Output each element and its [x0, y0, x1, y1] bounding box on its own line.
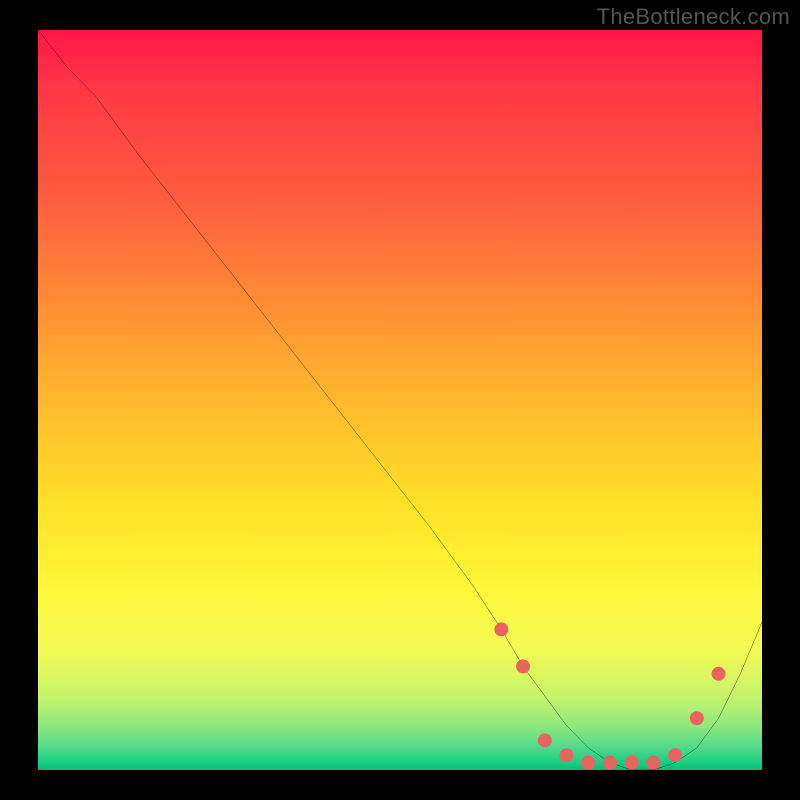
curve-marker: [668, 748, 682, 762]
curve-marker: [516, 659, 530, 673]
curve-marker: [690, 711, 704, 725]
curve-marker: [625, 756, 639, 770]
bottleneck-curve: [38, 30, 762, 770]
curve-marker: [712, 667, 726, 681]
plot-area: [38, 30, 762, 770]
curve-marker: [603, 756, 617, 770]
curve-marker: [538, 733, 552, 747]
chart-frame: TheBottleneck.com: [0, 0, 800, 800]
curve-svg: [38, 30, 762, 770]
curve-markers: [494, 622, 725, 769]
watermark-text: TheBottleneck.com: [597, 4, 790, 30]
curve-marker: [646, 756, 660, 770]
curve-marker: [560, 748, 574, 762]
curve-marker: [494, 622, 508, 636]
curve-marker: [581, 756, 595, 770]
